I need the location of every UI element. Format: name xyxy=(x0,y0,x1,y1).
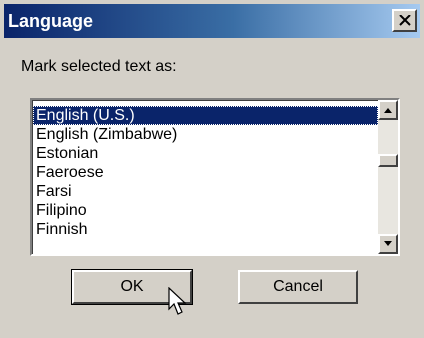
language-listbox[interactable]: English (U.S.) English (Zimbabwe) Estoni… xyxy=(30,98,400,256)
mouse-pointer-icon xyxy=(168,287,187,315)
list-item-faeroese[interactable]: Faeroese xyxy=(33,163,378,182)
dialog-title: Language xyxy=(8,11,94,31)
list-scrollbar[interactable] xyxy=(378,100,398,254)
close-button[interactable] xyxy=(392,9,417,32)
list-item-farsi[interactable]: Farsi xyxy=(33,182,378,201)
list-item-filipino[interactable]: Filipino xyxy=(33,201,378,220)
scroll-thumb[interactable] xyxy=(378,154,398,167)
scroll-down-button[interactable] xyxy=(378,234,398,254)
close-icon xyxy=(399,15,411,26)
cancel-button[interactable]: Cancel xyxy=(238,270,358,304)
list-item-finnish[interactable]: Finnish xyxy=(33,220,378,239)
scroll-down-arrow-icon xyxy=(384,241,392,246)
title-bar[interactable]: Language xyxy=(4,4,420,38)
language-dialog: Language Mark selected text as: English … xyxy=(0,0,424,338)
language-list: English (U.S.) English (Zimbabwe) Estoni… xyxy=(32,100,378,254)
scroll-up-arrow-icon xyxy=(384,108,392,113)
prompt-label: Mark selected text as: xyxy=(21,58,177,75)
scroll-up-button[interactable] xyxy=(378,100,398,120)
list-item-estonian[interactable]: Estonian xyxy=(33,144,378,163)
list-item-english-us[interactable]: English (U.S.) xyxy=(33,106,378,125)
list-item-english-zimbabwe[interactable]: English (Zimbabwe) xyxy=(33,125,378,144)
